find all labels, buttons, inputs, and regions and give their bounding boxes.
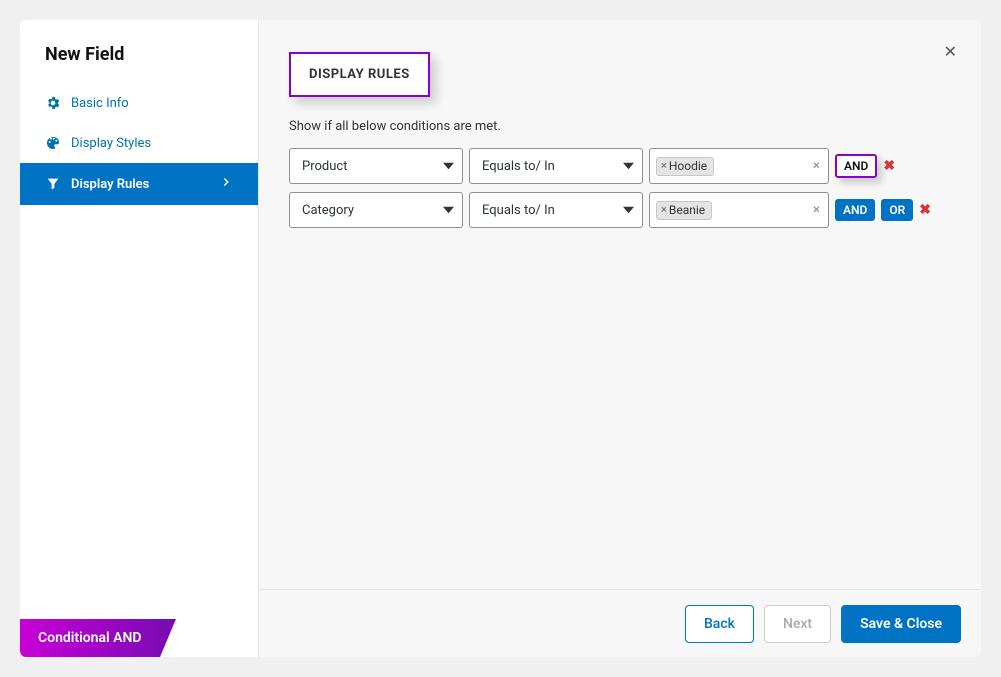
and-button[interactable]: AND [835,199,875,221]
sidebar-footer-label: Conditional AND [38,630,142,646]
save-close-button[interactable]: Save & Close [841,605,961,643]
sidebar: New Field Basic Info Display Styles Disp… [20,20,259,657]
or-button[interactable]: OR [881,199,913,221]
clear-input-icon[interactable]: × [813,203,820,218]
sidebar-item-label: Display Styles [71,136,151,151]
select-value: Category [302,203,354,218]
rule-operator-select[interactable]: Equals to/ In [469,148,643,184]
filter-icon [45,176,61,192]
tag-remove-icon[interactable]: × [661,159,667,172]
tag-label: Beanie [669,203,705,217]
sidebar-item-display-styles[interactable]: Display Styles [20,123,258,163]
gear-icon [45,95,61,111]
chevron-down-icon [443,159,454,174]
sidebar-item-label: Basic Info [71,96,129,111]
modal: New Field Basic Info Display Styles Disp… [20,20,981,657]
rule-row: Category Equals to/ In × Beanie [289,192,951,228]
chevron-down-icon [623,159,634,174]
rules-hint: Show if all below conditions are met. [289,119,951,134]
chevron-right-icon [219,175,233,193]
delete-rule-button[interactable]: ✖ [883,158,895,174]
rule-value-input[interactable]: × Hoodie × [649,148,829,184]
rule-actions: AND OR ✖ [835,199,925,221]
main-panel: ✕ DISPLAY RULES Show if all below condit… [259,20,981,657]
conditional-and-banner: Conditional AND [20,619,200,657]
chevron-down-icon [623,203,634,218]
delete-rule-button[interactable]: ✖ [919,202,931,218]
rule-subject-select[interactable]: Category [289,192,463,228]
tab-display-rules[interactable]: DISPLAY RULES [289,52,430,97]
select-value: Product [302,159,347,174]
palette-icon [45,135,61,151]
sidebar-title: New Field [20,20,258,83]
next-button: Next [764,605,831,643]
back-button[interactable]: Back [685,605,754,643]
and-button[interactable]: AND [835,154,877,178]
rule-value-input[interactable]: × Beanie × [649,192,829,228]
rule-row: Product Equals to/ In × Hoodie [289,148,951,184]
modal-footer: Back Next Save & Close [259,589,981,657]
value-tag[interactable]: × Beanie [656,201,712,220]
sidebar-list: Basic Info Display Styles Display Rules [20,83,258,205]
clear-input-icon[interactable]: × [813,159,820,174]
tag-remove-icon[interactable]: × [661,203,667,216]
rule-actions: AND ✖ [835,154,925,178]
rule-subject-select[interactable]: Product [289,148,463,184]
sidebar-item-label: Display Rules [71,177,149,192]
select-value: Equals to/ In [482,159,555,174]
value-tag[interactable]: × Hoodie [656,157,714,176]
rule-operator-select[interactable]: Equals to/ In [469,192,643,228]
sidebar-item-basic-info[interactable]: Basic Info [20,83,258,123]
tag-label: Hoodie [669,159,707,173]
main-content: DISPLAY RULES Show if all below conditio… [259,20,981,589]
sidebar-item-display-rules[interactable]: Display Rules [20,163,258,205]
select-value: Equals to/ In [482,203,555,218]
chevron-down-icon [443,203,454,218]
